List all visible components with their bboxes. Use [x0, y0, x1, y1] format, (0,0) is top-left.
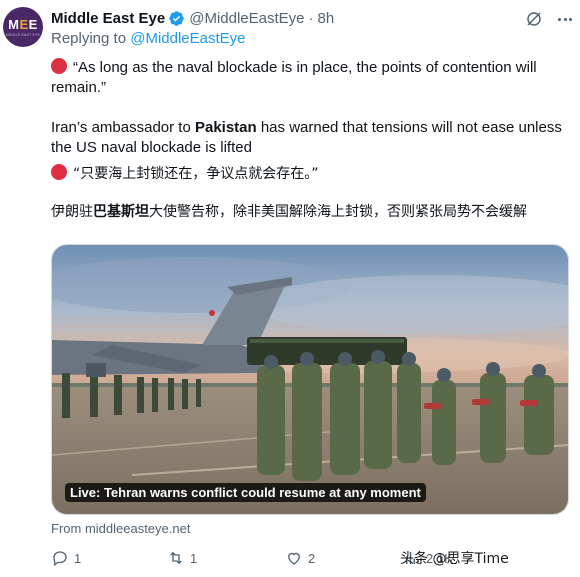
display-name[interactable]: Middle East Eye — [51, 10, 165, 27]
timestamp[interactable]: 8h — [318, 10, 335, 27]
news-photo — [52, 245, 568, 514]
reply-button[interactable]: 1 — [51, 547, 81, 569]
tweet-header: Middle East Eye @MiddleEastEye · 8h — [51, 8, 572, 28]
like-icon — [288, 552, 300, 565]
quote-en: “As long as the naval blockade is in pla… — [51, 58, 537, 96]
summary-zh: 伊朗驻巴基斯坦大使警告称，除非美国解除海上封锁，否则紧张局势不会缓解 — [51, 204, 527, 220]
media-caption: Live: Tehran warns conflict could resume… — [65, 483, 426, 502]
handle[interactable]: @MiddleEastEye — [189, 10, 304, 27]
repost-count: 1 — [190, 550, 198, 566]
like-button[interactable]: 2 — [285, 547, 315, 569]
repost-button[interactable]: 1 — [167, 547, 197, 569]
verified-badge-icon — [169, 10, 184, 26]
summary-en: Iran’s ambassador to Pakistan has warned… — [51, 119, 562, 156]
replying-to: Replying to @MiddleEastEye — [51, 30, 246, 47]
red-circle-emoji — [51, 58, 67, 74]
media-card-image[interactable]: Live: Tehran warns conflict could resume… — [51, 244, 569, 515]
reply-target-link[interactable]: @MiddleEastEye — [130, 30, 245, 47]
avatar-logo: MEE — [8, 16, 38, 32]
red-circle-emoji — [51, 164, 67, 180]
avatar-subtitle: MIDDLE EAST EYE — [5, 32, 41, 37]
source-link[interactable]: From middleeasteye.net — [51, 521, 190, 536]
avatar[interactable]: MEE MIDDLE EAST EYE — [3, 7, 43, 47]
repost-icon — [170, 551, 182, 565]
reply-count: 1 — [74, 550, 82, 566]
watermark: 头条 @思享Time — [400, 551, 509, 567]
grok-icon[interactable] — [525, 10, 543, 28]
tweet-content: Middle East Eye @MiddleEastEye · 8h Repl… — [51, 8, 572, 222]
quote-zh: “只要海上封锁还在，争议点就会存在。” — [51, 164, 571, 184]
separator-dot: · — [308, 9, 314, 27]
more-icon[interactable] — [555, 9, 575, 29]
like-count: 2 — [308, 550, 316, 566]
reply-icon — [53, 551, 67, 567]
